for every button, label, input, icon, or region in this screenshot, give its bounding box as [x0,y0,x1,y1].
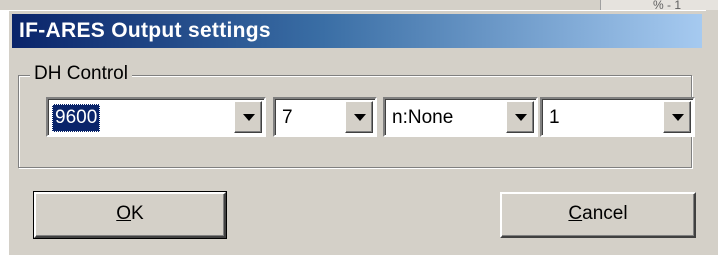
dropdown-arrow-icon [515,114,527,121]
cancel-button[interactable]: Cancel [500,192,696,238]
data-bits-dropdown-button[interactable] [345,101,373,133]
ok-label-rest: K [131,203,144,224]
dialog-title: IF-ARES Output settings [19,19,271,42]
baud-rate-combo[interactable]: 9600 [46,97,266,137]
parity-value: n:None [392,107,454,128]
dropdown-arrow-icon [243,114,255,121]
baud-rate-dropdown-button[interactable] [234,101,262,133]
data-bits-value: 7 [282,107,293,128]
background-fragment-text: % - 1 [653,0,682,12]
cancel-label-rest: ancel [582,203,628,224]
dialog-title-bar[interactable]: IF-ARES Output settings [12,14,702,48]
baud-rate-value: 9600 [52,104,101,132]
dropdown-arrow-icon [672,114,684,121]
stop-bits-value: 1 [549,107,560,128]
ok-button[interactable]: OK [33,191,227,239]
stop-bits-combo[interactable]: 1 [540,97,695,137]
dh-control-group-label: DH Control [30,63,132,85]
cancel-mnemonic: C [568,203,583,224]
dropdown-arrow-icon [354,114,366,121]
parity-dropdown-button[interactable] [506,101,534,133]
parity-combo[interactable]: n:None [383,97,538,137]
data-bits-combo[interactable]: 7 [273,97,377,137]
stop-bits-dropdown-button[interactable] [663,101,691,133]
background-window-edge [706,10,718,255]
ok-mnemonic: O [116,203,132,224]
